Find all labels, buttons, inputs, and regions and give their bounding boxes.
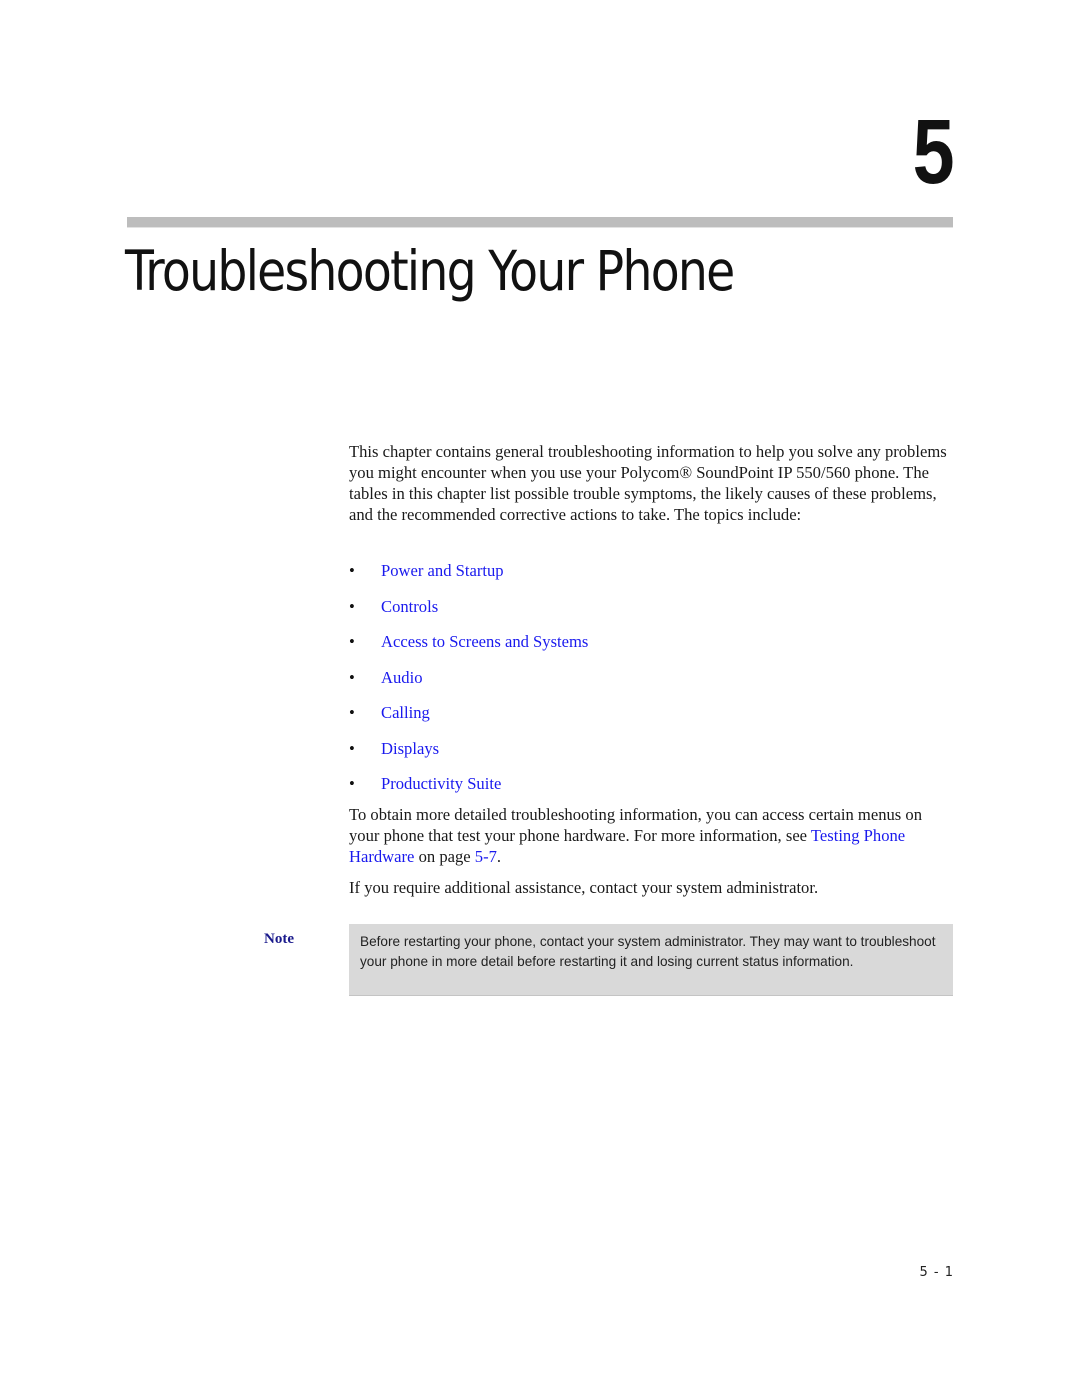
more-info-end: . <box>496 847 502 866</box>
more-info-middle: on page <box>414 847 475 866</box>
chapter-rule <box>127 217 953 228</box>
chapter-number: 5 <box>912 101 955 203</box>
bullet-icon: • <box>349 561 355 580</box>
topic-link-access-to-screens[interactable]: Access to Screens and Systems <box>381 631 588 652</box>
chapter-title: Troubleshooting Your Phone <box>125 239 735 303</box>
topic-link-displays[interactable]: Displays <box>381 738 439 759</box>
more-info-paragraph: To obtain more detailed troubleshooting … <box>349 804 955 867</box>
bullet-icon: • <box>349 632 355 651</box>
bullet-icon: • <box>349 596 355 616</box>
bullet-icon: • <box>349 738 355 758</box>
topic-link-power-and-startup[interactable]: Power and Startup <box>381 560 504 581</box>
page-reference-link[interactable]: 5-7 <box>475 847 497 866</box>
bullet-icon: • <box>349 667 355 687</box>
bullet-icon: • <box>349 774 355 793</box>
note-box: Before restarting your phone, contact yo… <box>349 924 953 996</box>
assistance-paragraph: If you require additional assistance, co… <box>349 878 819 897</box>
bullet-icon: • <box>349 703 355 722</box>
topic-link-audio[interactable]: Audio <box>381 667 422 688</box>
page-number: 5 - 1 <box>919 1265 954 1280</box>
topic-link-productivity-suite[interactable]: Productivity Suite <box>381 773 501 794</box>
intro-paragraph: This chapter contains general troublesho… <box>349 442 947 524</box>
note-label: Note <box>264 931 294 947</box>
topic-link-calling[interactable]: Calling <box>381 702 430 723</box>
topic-link-controls[interactable]: Controls <box>381 596 438 617</box>
